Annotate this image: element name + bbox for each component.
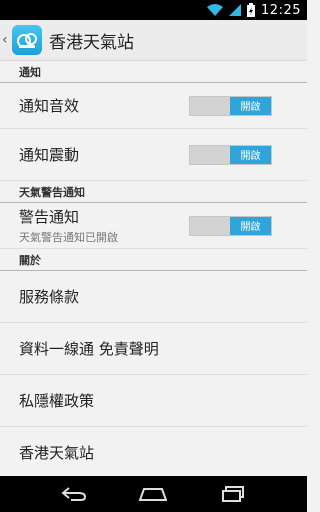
home-icon[interactable] [133, 479, 173, 509]
toggle-on-label: 開啟 [230, 96, 271, 115]
toggle-off-area [190, 97, 230, 115]
pref-data-one-line-disclaimer[interactable]: 資料一線通 免責聲明 [0, 323, 307, 375]
pref-about-app[interactable]: 香港天氣站 [0, 427, 307, 476]
status-clock: 12:25 [261, 2, 301, 18]
status-bar: 12:25 [0, 0, 307, 20]
recents-icon[interactable] [213, 479, 253, 509]
pref-title: 私隱權政策 [19, 392, 95, 410]
section-header-about: 關於 [0, 249, 307, 271]
pref-notification-vibrate[interactable]: 通知震動 開啟 [0, 129, 307, 181]
back-icon[interactable] [54, 479, 94, 509]
section-header-notifications: 通知 [0, 61, 307, 83]
toggle-off-area [190, 217, 230, 235]
app-cloud-icon[interactable] [12, 25, 42, 55]
wifi-icon [207, 4, 224, 16]
toggle-on-label: 開啟 [230, 216, 271, 235]
action-bar: ‹ 香港天氣站 [0, 20, 307, 61]
pref-title: 服務條款 [19, 288, 80, 306]
signal-icon [229, 4, 242, 16]
up-navigation-icon[interactable]: ‹ [2, 32, 12, 48]
toggle-off-area [190, 146, 230, 164]
settings-list: 通知 通知音效 開啟 通知震動 開啟 天氣警告通知 警告通知 天氣警告通知已開啟… [0, 61, 307, 476]
pref-notification-sound[interactable]: 通知音效 開啟 [0, 83, 307, 129]
pref-privacy-policy[interactable]: 私隱權政策 [0, 375, 307, 427]
pref-title: 通知音效 [19, 97, 80, 115]
app-title: 香港天氣站 [49, 32, 134, 53]
battery-charging-icon [247, 3, 256, 17]
navigation-bar [0, 476, 307, 512]
section-header-weather-warnings: 天氣警告通知 [0, 181, 307, 203]
notification-sound-toggle[interactable]: 開啟 [189, 95, 272, 116]
pref-title: 香港天氣站 [19, 444, 95, 462]
warning-notification-toggle[interactable]: 開啟 [189, 215, 272, 236]
pref-terms-of-service[interactable]: 服務條款 [0, 271, 307, 323]
pref-title: 警告通知 [19, 208, 80, 226]
pref-title: 資料一線通 免責聲明 [19, 340, 159, 358]
toggle-on-label: 開啟 [230, 145, 271, 164]
pref-summary: 天氣警告通知已開啟 [19, 231, 118, 244]
pref-title: 通知震動 [19, 146, 80, 164]
pref-text: 警告通知 天氣警告通知已開啟 [19, 206, 118, 245]
pref-warning-notification[interactable]: 警告通知 天氣警告通知已開啟 開啟 [0, 203, 307, 249]
notification-vibrate-toggle[interactable]: 開啟 [189, 144, 272, 165]
